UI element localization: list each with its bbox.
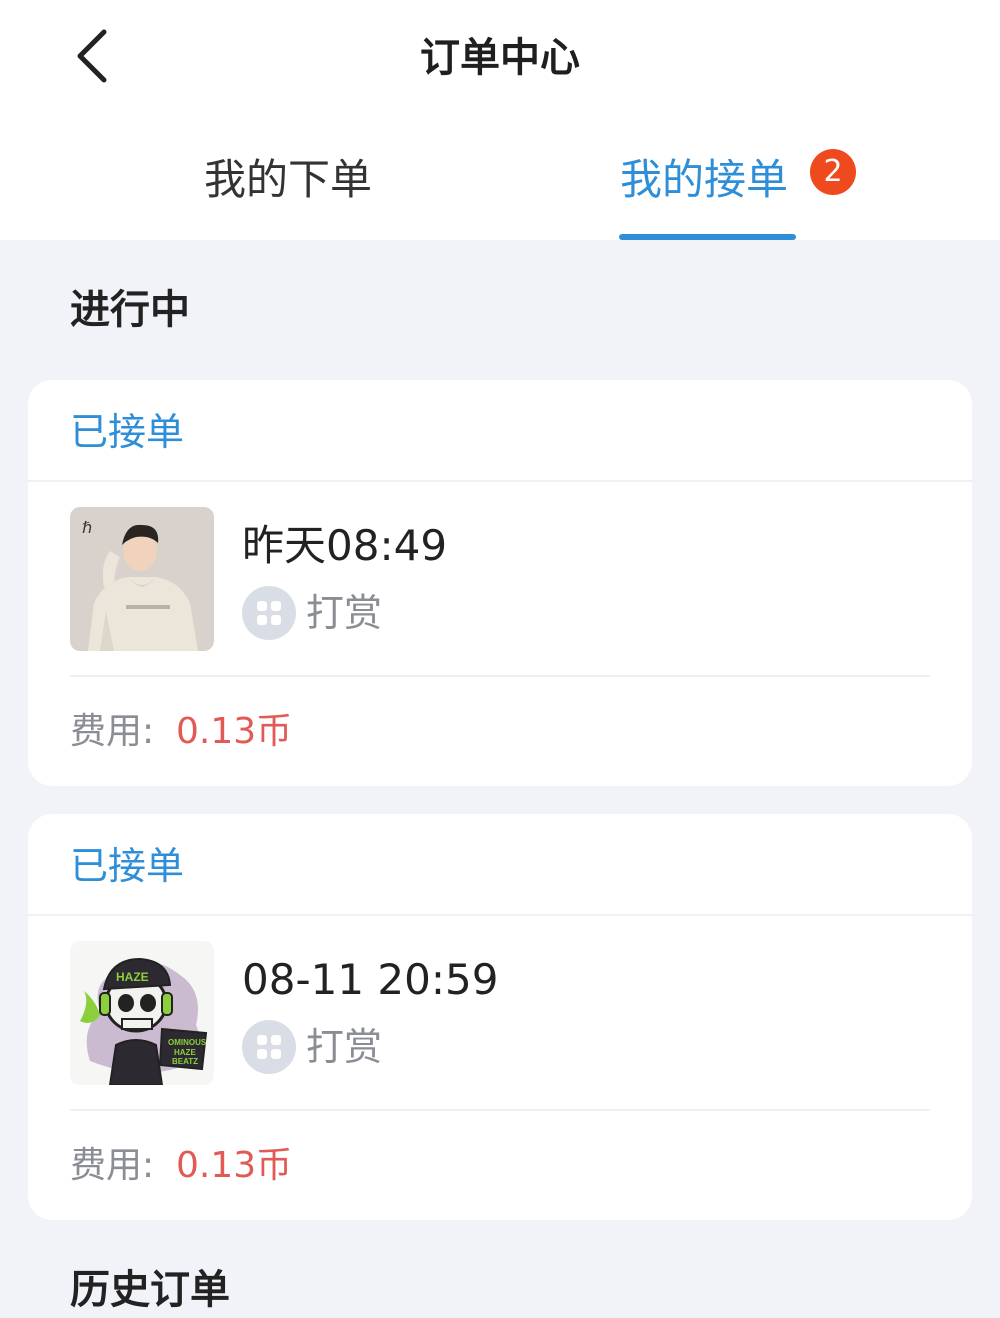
grid-icon [242,586,296,640]
svg-text:HAZE: HAZE [116,970,149,984]
svg-text:OMINOUS: OMINOUS [168,1038,207,1047]
top-bar: 订单中心 我的下单 我的接单 2 [0,0,1000,240]
tab-count-badge: 2 [810,149,856,195]
service-type: 打赏 [306,1025,383,1069]
divider [28,480,972,482]
order-thumbnail-skull-illustration: HAZE OMINOUS HAZE BEATZ [70,941,214,1085]
divider [70,1109,930,1111]
fee-value: 0.13币 [176,711,293,752]
svg-text:ℏ: ℏ [82,520,92,537]
order-time: 昨天08:49 [242,521,448,570]
fee-label: 费用: [70,1145,155,1186]
order-card[interactable]: 已接单 HAZE OMINOUS HAZE BEATZ 08-11 20:59 … [28,814,972,1220]
order-status: 已接单 [70,410,185,454]
divider [28,914,972,916]
svg-text:BEATZ: BEATZ [172,1057,198,1066]
service-type: 打赏 [306,591,383,635]
order-card[interactable]: 已接单 ℏ 昨天08:49 打赏 费用: 0.13币 [28,380,972,786]
fee-value: 0.13币 [176,1145,293,1186]
grid-icon [242,1020,296,1074]
section-title-in-progress: 进行中 [70,287,190,333]
section-title-history: 历史订单 [70,1267,230,1313]
page-title: 订单中心 [420,35,580,81]
active-tab-indicator [619,234,796,240]
divider [70,675,930,677]
tab-my-accepted-orders[interactable]: 我的接单 [620,150,788,210]
fee-label: 费用: [70,711,155,752]
svg-text:HAZE: HAZE [174,1048,196,1057]
tab-my-orders[interactable]: 我的下单 [204,150,372,210]
order-status: 已接单 [70,844,185,888]
order-thumbnail-person: ℏ [70,507,214,651]
order-time: 08-11 20:59 [242,955,499,1004]
